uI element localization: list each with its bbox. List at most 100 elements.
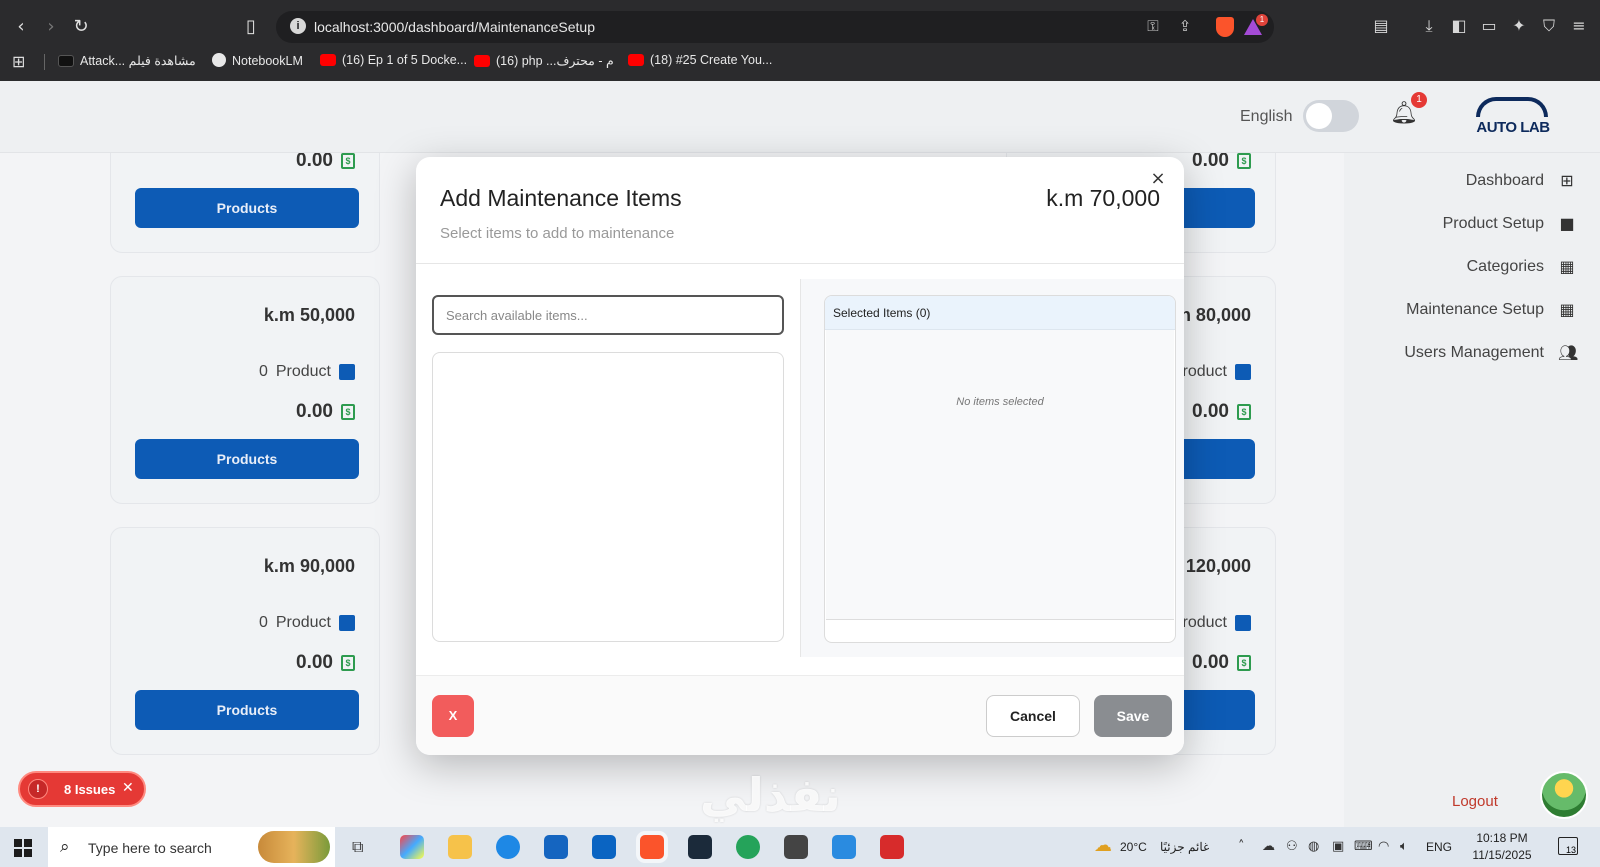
- selected-items-panel: Selected Items (0) No items selected: [824, 295, 1176, 643]
- vscode-icon[interactable]: [832, 835, 856, 859]
- floating-avatar[interactable]: [1540, 771, 1588, 819]
- leo-icon[interactable]: ✦: [1508, 16, 1530, 38]
- modal-footer: X Cancel Save: [416, 676, 1184, 755]
- sidebar-item-dashboard[interactable]: Dashboard ⊞: [1466, 169, 1576, 193]
- windows-start-icon[interactable]: [14, 839, 32, 857]
- store-icon[interactable]: [544, 835, 568, 859]
- search-input[interactable]: [432, 295, 784, 335]
- tray-app-icon[interactable]: ◍: [1308, 839, 1319, 854]
- copilot-icon[interactable]: [400, 835, 424, 859]
- clock-date[interactable]: 11/15/2025: [1464, 848, 1540, 862]
- wifi-icon[interactable]: ◠: [1378, 839, 1389, 854]
- notebooklm-icon: [212, 53, 226, 67]
- youtube-icon: [474, 55, 490, 67]
- empty-message: No items selected: [956, 396, 1044, 408]
- chevron-up-icon[interactable]: ˄: [1238, 839, 1245, 854]
- taskbar-search-placeholder: Type here to search: [88, 840, 212, 856]
- site-info-icon[interactable]: i: [290, 18, 306, 34]
- issues-label: 8 Issues: [64, 782, 116, 797]
- watermark-logo: نفذلي: [700, 768, 841, 822]
- sidebar-icon[interactable]: ◧: [1448, 16, 1470, 38]
- selected-items-header: Selected Items (0): [825, 296, 1175, 330]
- youtube-icon: [628, 54, 644, 66]
- tray-app-icon[interactable]: ⌨: [1354, 839, 1373, 854]
- back-icon[interactable]: ‹: [8, 14, 34, 40]
- sidebar-item-users-management[interactable]: Users Management 👥︎: [1404, 341, 1578, 365]
- close-icon[interactable]: ×: [1148, 169, 1168, 189]
- forward-icon[interactable]: ›: [38, 14, 64, 40]
- address-bar[interactable]: i localhost:3000/dashboard/MaintenanceSe…: [276, 11, 1274, 43]
- add-maintenance-items-modal: Add Maintenance Items Select items to ad…: [416, 157, 1184, 755]
- key-icon[interactable]: ⚿: [1142, 17, 1164, 37]
- bookmarks-bar: ⊞ Attack... مشاهدة فيلم NotebookLM (16) …: [0, 50, 1600, 74]
- weather-icon[interactable]: ☁: [1094, 835, 1112, 856]
- file-explorer-icon[interactable]: [448, 835, 472, 859]
- taskbar-search[interactable]: ⌕ Type here to search: [48, 827, 335, 867]
- share-icon[interactable]: ⇪: [1174, 17, 1196, 37]
- grid-icon: ⊞: [1560, 171, 1574, 190]
- input-language[interactable]: ENG: [1426, 840, 1452, 854]
- modal-subtitle: Select items to add to maintenance: [440, 225, 675, 242]
- clear-button[interactable]: X: [432, 695, 474, 737]
- wps-icon[interactable]: [880, 835, 904, 859]
- brave-icon[interactable]: [640, 835, 664, 859]
- sidebar-item-categories[interactable]: Categories ▦: [1467, 255, 1576, 279]
- grid-icon: ▦: [1559, 257, 1575, 276]
- tray-app-icon[interactable]: ▣: [1332, 839, 1344, 854]
- logout-link[interactable]: Logout: [1452, 793, 1498, 810]
- close-icon[interactable]: ✕: [122, 780, 134, 796]
- sidebar-item-maintenance-setup[interactable]: Maintenance Setup ▦: [1406, 298, 1576, 322]
- search-icon: ⌕: [60, 837, 70, 857]
- bookmark-label: NotebookLM: [232, 54, 303, 68]
- cancel-button[interactable]: Cancel: [986, 695, 1080, 737]
- modal-header-divider: [416, 263, 1184, 264]
- apps-icon[interactable]: ⊞: [12, 52, 25, 71]
- sidebar-item-label: Product Setup: [1442, 215, 1544, 232]
- outlook-icon[interactable]: [592, 835, 616, 859]
- weather-temp: 20°C: [1120, 840, 1147, 854]
- bookmark-item[interactable]: (18) #25 Create You...: [628, 53, 772, 67]
- notification-center-icon[interactable]: 13: [1558, 837, 1578, 855]
- whatsapp-icon[interactable]: [736, 835, 760, 859]
- box-icon: ■: [1559, 214, 1575, 233]
- reload-icon[interactable]: ↻: [68, 14, 94, 40]
- bookmark-label: Attack... مشاهدة فيلم: [80, 54, 196, 68]
- app-icon[interactable]: [784, 835, 808, 859]
- volume-icon[interactable]: 🔈︎: [1400, 839, 1408, 854]
- download-icon[interactable]: ⤓: [1418, 16, 1440, 38]
- clock-time[interactable]: 10:18 PM: [1464, 831, 1540, 845]
- windows-taskbar: ⌕ Type here to search ⧉ ☁ 20°C غائم جزئي…: [0, 827, 1600, 867]
- bookmark-item[interactable]: NotebookLM: [212, 53, 303, 68]
- menu-icon[interactable]: ≡: [1568, 16, 1590, 38]
- sidebar-item-label: Dashboard: [1465, 172, 1544, 189]
- edge-icon[interactable]: [496, 835, 520, 859]
- address-url[interactable]: localhost:3000/dashboard/MaintenanceSetu…: [314, 19, 595, 35]
- car-icon: [1476, 97, 1548, 117]
- issues-badge[interactable]: ! 8 Issues ✕: [18, 771, 146, 807]
- sidebar-item-product-setup[interactable]: Product Setup ■: [1443, 212, 1576, 236]
- bookmark-label: (16) Ep 1 of 5 Docke...: [342, 53, 468, 67]
- cloud-icon[interactable]: ☁: [1262, 839, 1275, 854]
- selected-items-list[interactable]: No items selected: [826, 330, 1174, 620]
- save-button[interactable]: Save: [1094, 695, 1172, 737]
- bookmark-label: (16) php ...م - محترف: [496, 54, 614, 68]
- notification-badge: 1: [1411, 92, 1427, 108]
- tray-app-icon[interactable]: ⚇: [1286, 839, 1298, 854]
- bookmark-icon[interactable]: ▯: [238, 14, 264, 40]
- available-items-list[interactable]: [432, 352, 784, 642]
- youtube-icon: [320, 54, 336, 66]
- modal-price: k.m 70,000: [1046, 185, 1160, 211]
- bookmark-item[interactable]: (16) Ep 1 of 5 Docke...: [320, 53, 467, 67]
- logo[interactable]: AUTO LAB: [1468, 97, 1558, 141]
- terminal-icon[interactable]: [688, 835, 712, 859]
- weather-description: غائم جزئيًا: [1160, 840, 1210, 854]
- bookmark-item[interactable]: Attack... مشاهدة فيلم: [58, 53, 196, 68]
- task-view-icon[interactable]: ⧉: [352, 837, 363, 857]
- bookmark-item[interactable]: (16) php ...م - محترف: [474, 53, 614, 68]
- vpn-icon[interactable]: ⛉: [1538, 16, 1560, 38]
- brave-shield-icon[interactable]: [1216, 17, 1234, 37]
- sidebar: Dashboard ⊞ Product Setup ■ Categories ▦ Ma…: [1344, 153, 1600, 827]
- issues-dot: !: [28, 779, 48, 799]
- wallet-icon[interactable]: ▭: [1478, 16, 1500, 38]
- reader-icon[interactable]: ▤: [1370, 16, 1392, 38]
